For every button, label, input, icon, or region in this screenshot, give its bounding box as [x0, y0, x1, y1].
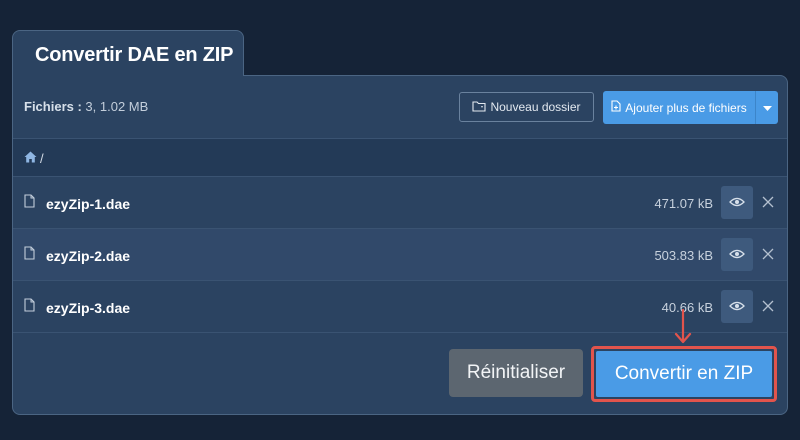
- files-value: 3, 1.02 MB: [85, 99, 149, 114]
- arrow-down-icon: [674, 308, 692, 350]
- file-row: ezyZip-1.dae 471.07 kB: [13, 177, 787, 229]
- eye-icon: [729, 194, 745, 212]
- converter-panel: Fichiers : 3, 1.02 MB Nouveau dossier Aj…: [12, 75, 788, 415]
- file-size: 503.83 kB: [654, 248, 713, 263]
- file-icon: [24, 298, 35, 317]
- add-files-dropdown-toggle[interactable]: [756, 91, 778, 124]
- eye-icon: [729, 246, 745, 264]
- file-row: ezyZip-3.dae 40.66 kB: [13, 281, 787, 333]
- add-files-button[interactable]: Ajouter plus de fichiers: [603, 91, 755, 124]
- file-icon: [24, 194, 35, 213]
- breadcrumb: /: [13, 138, 787, 177]
- close-icon[interactable]: [761, 247, 775, 261]
- preview-button[interactable]: [721, 238, 753, 271]
- preview-button[interactable]: [721, 186, 753, 219]
- file-name: ezyZip-2.dae: [46, 248, 131, 264]
- preview-button[interactable]: [721, 290, 753, 323]
- folder-sync-icon: [472, 100, 487, 115]
- file-name: ezyZip-1.dae: [46, 196, 131, 212]
- new-folder-label: Nouveau dossier: [490, 100, 581, 114]
- file-size: 471.07 kB: [654, 196, 713, 211]
- caret-down-icon: [762, 101, 772, 115]
- close-icon[interactable]: [761, 195, 775, 209]
- close-icon[interactable]: [761, 299, 775, 313]
- reset-button[interactable]: Réinitialiser: [449, 349, 583, 397]
- files-label: Fichiers :: [24, 99, 82, 114]
- files-summary: Fichiers : 3, 1.02 MB: [24, 99, 148, 114]
- page-title: Convertir DAE en ZIP: [35, 44, 234, 66]
- breadcrumb-separator: /: [40, 151, 44, 166]
- add-files-label: Ajouter plus de fichiers: [625, 100, 747, 115]
- tab-convert-dae-zip[interactable]: Convertir DAE en ZIP: [12, 30, 244, 76]
- convert-button[interactable]: Convertir en ZIP: [596, 351, 772, 397]
- file-add-icon: [611, 100, 621, 115]
- toolbar: Fichiers : 3, 1.02 MB Nouveau dossier Aj…: [13, 76, 787, 138]
- add-files-button-group: Ajouter plus de fichiers: [603, 91, 778, 124]
- eye-icon: [729, 298, 745, 316]
- new-folder-button[interactable]: Nouveau dossier: [459, 92, 594, 122]
- file-name: ezyZip-3.dae: [46, 300, 131, 316]
- file-row: ezyZip-2.dae 503.83 kB: [13, 229, 787, 281]
- home-icon[interactable]: [24, 151, 37, 166]
- file-icon: [24, 246, 35, 265]
